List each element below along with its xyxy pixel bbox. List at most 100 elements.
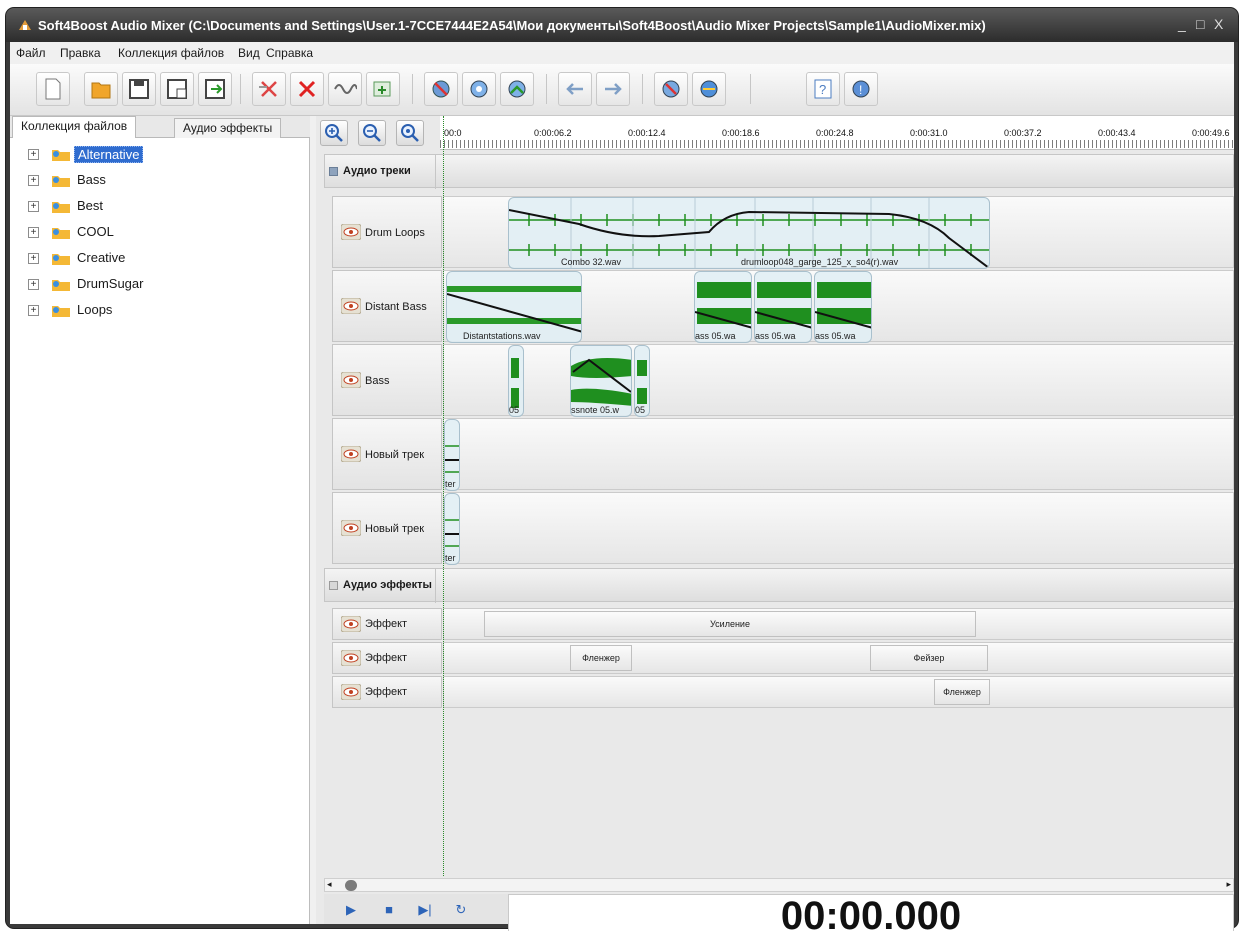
eye-icon[interactable] bbox=[341, 224, 361, 240]
loop-button[interactable]: ↻ bbox=[448, 898, 474, 922]
scroll-left-icon[interactable]: ◂ bbox=[327, 879, 332, 890]
zoom-out-button[interactable] bbox=[358, 120, 386, 146]
track-lane-distant-bass[interactable]: Distantstations.wav ass 05.wa ass 05.wa bbox=[443, 270, 1234, 343]
time-ruler[interactable]: 00:0 0:00:06.2 0:00:12.4 0:00:18.6 0:00:… bbox=[440, 116, 1234, 150]
menu-help[interactable]: Справка bbox=[266, 46, 313, 60]
effect-lane-1[interactable]: Усиление bbox=[443, 608, 1234, 640]
audio-tracks-section[interactable]: Аудио треки bbox=[324, 154, 1234, 189]
delete-button[interactable] bbox=[290, 72, 324, 106]
menu-file[interactable]: Файл bbox=[16, 46, 46, 60]
track-header-drum-loops[interactable]: Drum Loops bbox=[332, 196, 442, 268]
new-button[interactable] bbox=[36, 72, 70, 106]
eye-icon[interactable] bbox=[341, 520, 361, 536]
audio-clip[interactable]: ter bbox=[444, 419, 460, 491]
menu-edit[interactable]: Правка bbox=[60, 46, 101, 60]
effect-header-1[interactable]: Эффект bbox=[332, 608, 442, 640]
add-clip-button[interactable] bbox=[366, 72, 400, 106]
eye-icon[interactable] bbox=[341, 372, 361, 388]
track-lane-bass[interactable]: 05 ssnote 05.w 05 bbox=[443, 344, 1234, 417]
expand-icon[interactable]: + bbox=[28, 175, 39, 186]
menu-collection[interactable]: Коллекция файлов bbox=[118, 46, 224, 60]
minimize-button[interactable]: _ bbox=[1178, 16, 1186, 32]
step-forward-button[interactable]: ▶| bbox=[412, 898, 438, 922]
effect-header-2[interactable]: Эффект bbox=[332, 642, 442, 674]
close-button[interactable]: X bbox=[1214, 16, 1223, 32]
audio-clip[interactable]: 05 bbox=[508, 345, 524, 417]
tree-item-drumsugar[interactable]: + DrumSugar bbox=[10, 272, 310, 296]
audio-clip[interactable]: ass 05.wa bbox=[694, 271, 752, 343]
track-lane-new-track-2[interactable]: ter bbox=[443, 492, 1234, 565]
open-button[interactable] bbox=[84, 72, 118, 106]
effect-block-flanger[interactable]: Фленжер bbox=[934, 679, 990, 705]
maximize-button[interactable]: □ bbox=[1196, 16, 1204, 32]
section-label: Аудио треки bbox=[343, 165, 411, 177]
stop-button[interactable]: ■ bbox=[376, 898, 402, 922]
tree-item-loops[interactable]: + Loops bbox=[10, 298, 310, 322]
expand-icon[interactable]: + bbox=[28, 201, 39, 212]
audio-clip[interactable]: ass 05.wa bbox=[814, 271, 872, 343]
effects-button[interactable] bbox=[462, 72, 496, 106]
collapse-toggle[interactable] bbox=[329, 167, 338, 176]
eye-icon[interactable] bbox=[341, 650, 361, 666]
effect-lane-2[interactable]: Фленжер Фейзер bbox=[443, 642, 1234, 674]
audio-clip[interactable]: 05 bbox=[634, 345, 650, 417]
export-button[interactable] bbox=[198, 72, 232, 106]
mix-button[interactable] bbox=[500, 72, 534, 106]
tab-audio-effects[interactable]: Аудио эффекты bbox=[174, 118, 282, 138]
tree-item-alternative[interactable]: + Alternative bbox=[10, 142, 310, 166]
expand-icon[interactable]: + bbox=[28, 253, 39, 264]
track-header-bass[interactable]: Bass bbox=[332, 344, 442, 416]
track-header-new-track-2[interactable]: Новый трек bbox=[332, 492, 442, 564]
split-button[interactable] bbox=[328, 72, 362, 106]
audio-clip[interactable]: ssnote 05.w bbox=[570, 345, 632, 417]
about-button[interactable]: ! bbox=[844, 72, 878, 106]
tree-item-cool[interactable]: + COOL bbox=[10, 220, 310, 244]
track-lane-new-track-1[interactable]: ter bbox=[443, 418, 1234, 491]
audio-effects-section[interactable]: Аудио эффекты bbox=[324, 568, 1234, 603]
web-button[interactable] bbox=[692, 72, 726, 106]
horizontal-scrollbar[interactable]: ◂ ▸ bbox=[324, 878, 1234, 892]
effect-block-phaser[interactable]: Фейзер bbox=[870, 645, 988, 671]
eye-icon[interactable] bbox=[341, 446, 361, 462]
audio-clip[interactable]: Distantstations.wav bbox=[446, 271, 582, 343]
track-header-new-track-1[interactable]: Новый трек bbox=[332, 418, 442, 490]
save-as-button[interactable] bbox=[160, 72, 194, 106]
track-name: Drum Loops bbox=[365, 227, 425, 239]
effect-block-flanger[interactable]: Фленжер bbox=[570, 645, 632, 671]
track-header-distant-bass[interactable]: Distant Bass bbox=[332, 270, 442, 342]
track-lane-drum-loops[interactable]: Combo 32.wav drumloop048_garge_125_x_so4… bbox=[443, 196, 1234, 269]
playhead[interactable] bbox=[443, 116, 444, 876]
zoom-fit-button[interactable] bbox=[396, 120, 424, 146]
undo-button[interactable] bbox=[558, 72, 592, 106]
menu-view[interactable]: Вид bbox=[238, 46, 260, 60]
scroll-right-icon[interactable]: ▸ bbox=[1226, 879, 1231, 890]
tree-item-bass[interactable]: + Bass bbox=[10, 168, 310, 192]
save-button[interactable] bbox=[122, 72, 156, 106]
scroll-thumb[interactable] bbox=[345, 880, 357, 891]
effect-block-amplify[interactable]: Усиление bbox=[484, 611, 976, 637]
play-button[interactable]: ▶ bbox=[338, 898, 364, 922]
effect-lane-3[interactable]: Фленжер bbox=[443, 676, 1234, 708]
settings-button[interactable] bbox=[424, 72, 458, 106]
eye-icon[interactable] bbox=[341, 616, 361, 632]
expand-icon[interactable]: + bbox=[28, 149, 39, 160]
effect-header-3[interactable]: Эффект bbox=[332, 676, 442, 708]
eye-icon[interactable] bbox=[341, 298, 361, 314]
help-button[interactable]: ? bbox=[806, 72, 840, 106]
tree-item-best[interactable]: + Best bbox=[10, 194, 310, 218]
audio-clip[interactable]: Combo 32.wav drumloop048_garge_125_x_so4… bbox=[508, 197, 990, 269]
audio-clip[interactable]: ass 05.wa bbox=[754, 271, 812, 343]
title-bar[interactable]: Soft4Boost Audio Mixer (C:\Documents and… bbox=[6, 8, 1238, 42]
collapse-toggle[interactable] bbox=[329, 581, 338, 590]
redo-button[interactable] bbox=[596, 72, 630, 106]
mute-button[interactable] bbox=[654, 72, 688, 106]
delete-all-button[interactable] bbox=[252, 72, 286, 106]
audio-clip[interactable]: ter bbox=[444, 493, 460, 565]
eye-icon[interactable] bbox=[341, 684, 361, 700]
tree-item-creative[interactable]: + Creative bbox=[10, 246, 310, 270]
expand-icon[interactable]: + bbox=[28, 227, 39, 238]
expand-icon[interactable]: + bbox=[28, 305, 39, 316]
expand-icon[interactable]: + bbox=[28, 279, 39, 290]
zoom-in-button[interactable] bbox=[320, 120, 348, 146]
tab-file-collection[interactable]: Коллекция файлов bbox=[12, 116, 137, 138]
